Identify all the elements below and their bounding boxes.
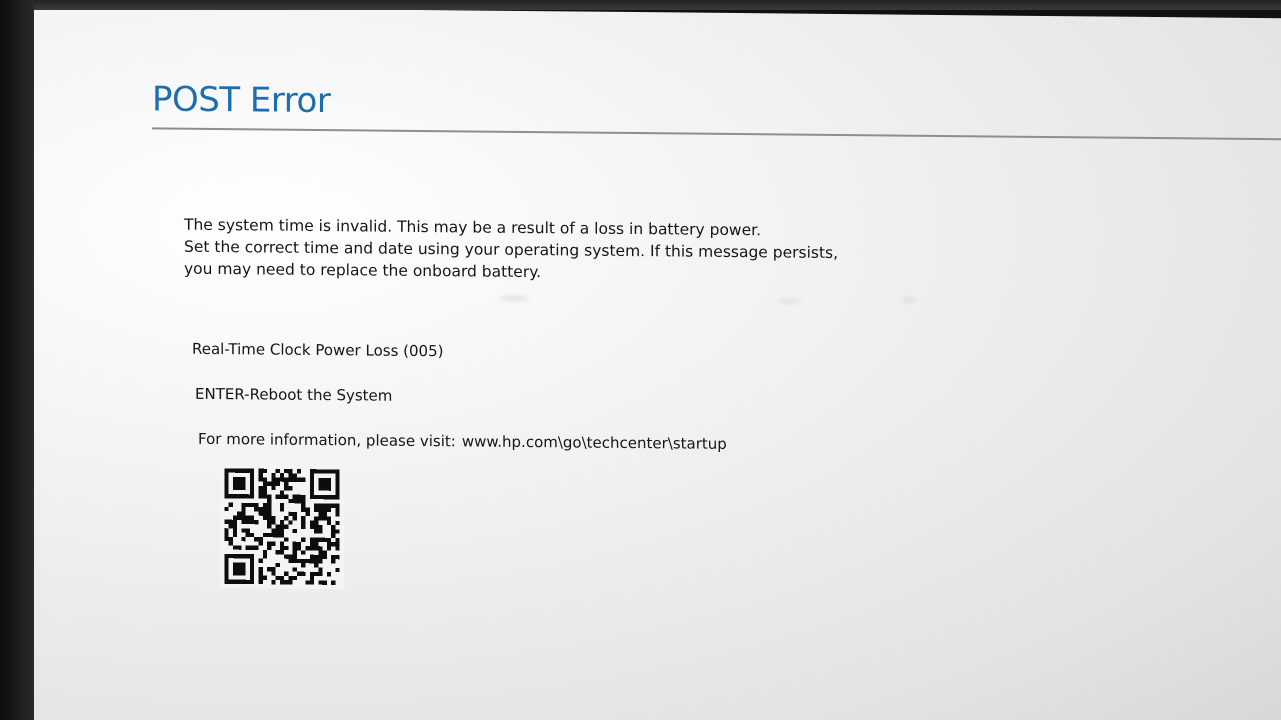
screen-smudge (500, 296, 528, 301)
info-text: For more information, please visit: www.h… (198, 430, 727, 453)
bios-screen: POST Error The system time is invalid. T… (6, 6, 1281, 720)
photo-frame: POST Error The system time is invalid. T… (0, 0, 1281, 720)
error-code-text: Real-Time Clock Power Loss (005) (192, 339, 444, 361)
info-label: For more information, please visit: (198, 429, 456, 451)
monitor-top-bezel (0, 0, 1281, 10)
screen-smudge (902, 298, 916, 302)
qr-code-icon (220, 464, 344, 590)
error-message: The system time is invalid. This may be … (184, 214, 1044, 288)
screen-smudge (778, 299, 800, 303)
monitor-left-bezel (0, 0, 34, 720)
info-url: www.hp.com\go\techcenter\startup (461, 432, 727, 453)
enter-reboot-option[interactable]: ENTER-Reboot the System (195, 385, 392, 405)
title-divider (152, 127, 1281, 141)
page-title: POST Error (152, 79, 331, 122)
